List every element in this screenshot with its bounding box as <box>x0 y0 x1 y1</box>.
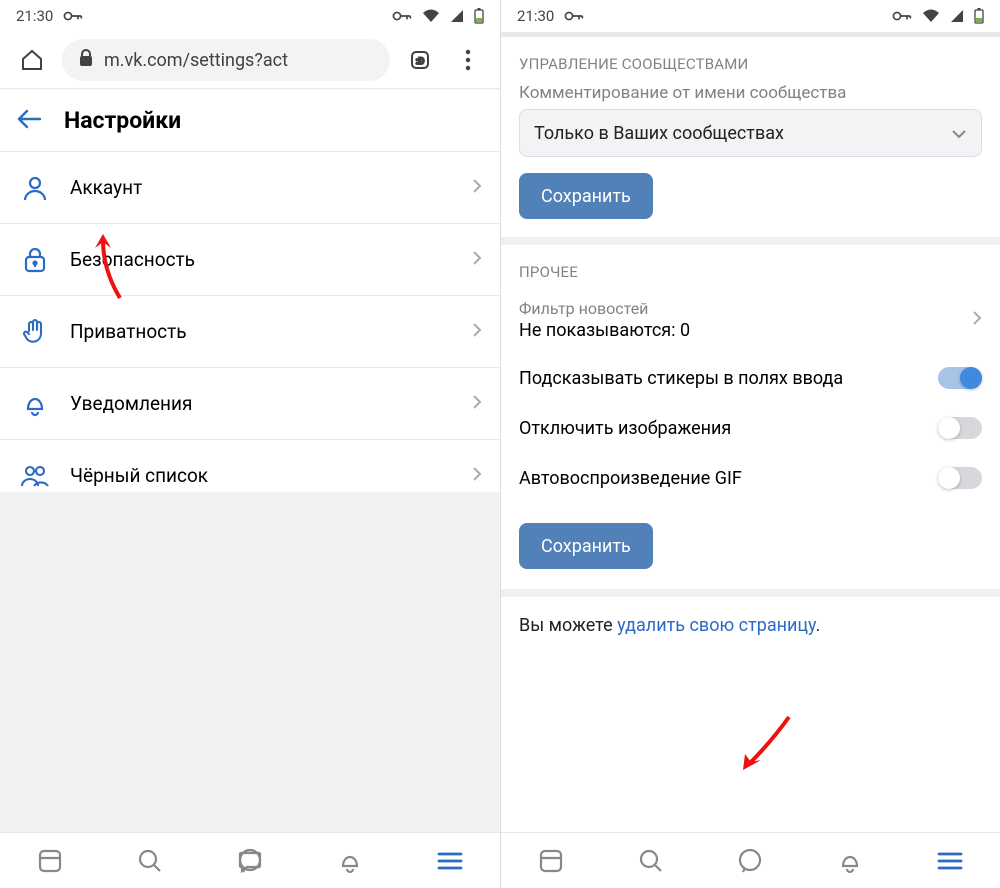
settings-item-label: Чёрный список <box>70 464 452 487</box>
filter-label: Фильтр новостей <box>519 299 690 318</box>
button-label: Сохранить <box>541 536 631 557</box>
settings-item-label: Безопасность <box>70 248 452 271</box>
browser-url-bar: m.vk.com/settings?act :D <box>0 32 500 88</box>
nav-feed-icon[interactable] <box>529 839 573 883</box>
url-text: m.vk.com/settings?act <box>104 50 288 71</box>
bottom-nav <box>501 832 1000 888</box>
nav-search-icon[interactable] <box>629 839 673 883</box>
users-icon <box>20 464 50 488</box>
toggle-row-gif: Автовоспроизведение GIF <box>501 453 1000 503</box>
status-bar: 21:30 <box>501 0 1000 32</box>
field-label-comment: Комментирование от имени сообщества <box>519 83 982 103</box>
section-separator <box>501 589 1000 597</box>
svg-text::D: :D <box>416 57 425 67</box>
dropdown-value: Только в Ваших сообществах <box>534 123 784 144</box>
page-title: Настройки <box>64 107 181 134</box>
signal-icon <box>950 9 964 23</box>
chevron-right-icon <box>472 250 482 270</box>
status-bar: 21:30 <box>0 0 500 32</box>
hand-icon <box>20 318 50 346</box>
back-arrow-icon[interactable] <box>16 108 42 134</box>
settings-item-security[interactable]: Безопасность <box>0 224 500 296</box>
toggle-row-images: Отключить изображения <box>501 403 1000 453</box>
toggle-autoplay-gif[interactable] <box>938 467 982 489</box>
dropdown-comment-mode[interactable]: Только в Ваших сообществах <box>519 109 982 157</box>
vpn-key-icon <box>564 10 584 22</box>
toggle-row-stickers: Подсказывать стикеры в полях ввода <box>501 353 1000 403</box>
button-label: Сохранить <box>541 186 631 207</box>
filter-value: Не показываются: 0 <box>519 320 690 341</box>
chevron-right-icon <box>472 322 482 342</box>
nav-search-icon[interactable] <box>128 839 172 883</box>
home-icon[interactable] <box>14 42 50 78</box>
wifi-icon <box>422 9 440 23</box>
spacer <box>501 646 1000 832</box>
vpn-key-icon <box>63 10 83 22</box>
nav-menu-icon[interactable] <box>428 839 472 883</box>
phone-right: 21:30 УПРАВЛЕНИЕ СООБЩЕСТВАМИ Комментиро… <box>500 0 1000 888</box>
status-time: 21:30 <box>16 7 53 25</box>
chevron-right-icon <box>472 394 482 414</box>
delete-page-link[interactable]: удалить свою страницу <box>617 615 816 636</box>
settings-item-account[interactable]: Аккаунт <box>0 152 500 224</box>
page-header: Настройки <box>0 90 500 152</box>
nav-menu-icon[interactable] <box>928 839 972 883</box>
settings-item-blocklist[interactable]: Чёрный список <box>0 440 500 492</box>
bottom-nav <box>0 832 500 888</box>
battery-icon <box>974 8 984 24</box>
settings-item-label: Аккаунт <box>70 176 452 199</box>
footer-period: . <box>816 615 821 636</box>
section-header-other: ПРОЧЕЕ <box>501 245 1000 291</box>
settings-item-label: Уведомления <box>70 392 452 415</box>
nav-messages-icon[interactable] <box>728 839 772 883</box>
user-icon <box>20 175 50 201</box>
nav-feed-icon[interactable] <box>28 839 72 883</box>
chevron-right-icon <box>972 310 982 330</box>
lock-secure-icon <box>78 49 94 72</box>
phone-left: 21:30 m.v <box>0 0 500 888</box>
status-time: 21:30 <box>517 7 554 25</box>
chevron-right-icon <box>472 466 482 486</box>
toggle-label: Подсказывать стикеры в полях ввода <box>519 368 843 389</box>
save-section: Сохранить <box>501 503 1000 589</box>
lock-icon <box>20 246 50 274</box>
nav-notifications-icon[interactable] <box>828 839 872 883</box>
toggle-label: Отключить изображения <box>519 418 731 439</box>
settings-list: Аккаунт Безопасность Приватность Уведомл… <box>0 152 500 492</box>
save-button[interactable]: Сохранить <box>519 523 653 569</box>
settings-item-privacy[interactable]: Приватность <box>0 296 500 368</box>
nav-messages-icon[interactable] <box>228 839 272 883</box>
footer-plain: Вы можете <box>519 615 617 636</box>
signal-icon <box>450 9 464 23</box>
toggle-label: Автовоспроизведение GIF <box>519 468 742 489</box>
wifi-icon <box>922 9 940 23</box>
section-separator <box>501 237 1000 245</box>
vpn-key-icon <box>892 10 912 22</box>
toggle-disable-images[interactable] <box>938 417 982 439</box>
section-header-communities: УПРАВЛЕНИЕ СООБЩЕСТВАМИ <box>501 37 1000 83</box>
settings-item-notifications[interactable]: Уведомления <box>0 368 500 440</box>
chevron-right-icon <box>472 178 482 198</box>
vpn-key-icon <box>392 10 412 22</box>
url-input[interactable]: m.vk.com/settings?act <box>62 39 390 81</box>
filter-news-row[interactable]: Фильтр новостей Не показываются: 0 <box>501 291 1000 353</box>
spacer <box>0 492 500 832</box>
tabs-icon[interactable]: :D <box>402 42 438 78</box>
bell-icon <box>20 390 50 418</box>
section-communities: Комментирование от имени сообщества Толь… <box>501 83 1000 237</box>
settings-item-label: Приватность <box>70 320 452 343</box>
menu-dots-icon[interactable] <box>450 42 486 78</box>
battery-icon <box>474 8 484 24</box>
save-button[interactable]: Сохранить <box>519 173 653 219</box>
chevron-down-icon <box>951 123 967 144</box>
toggle-stickers[interactable] <box>938 367 982 389</box>
footer-delete-text: Вы можете удалить свою страницу. <box>501 597 1000 646</box>
nav-notifications-icon[interactable] <box>328 839 372 883</box>
